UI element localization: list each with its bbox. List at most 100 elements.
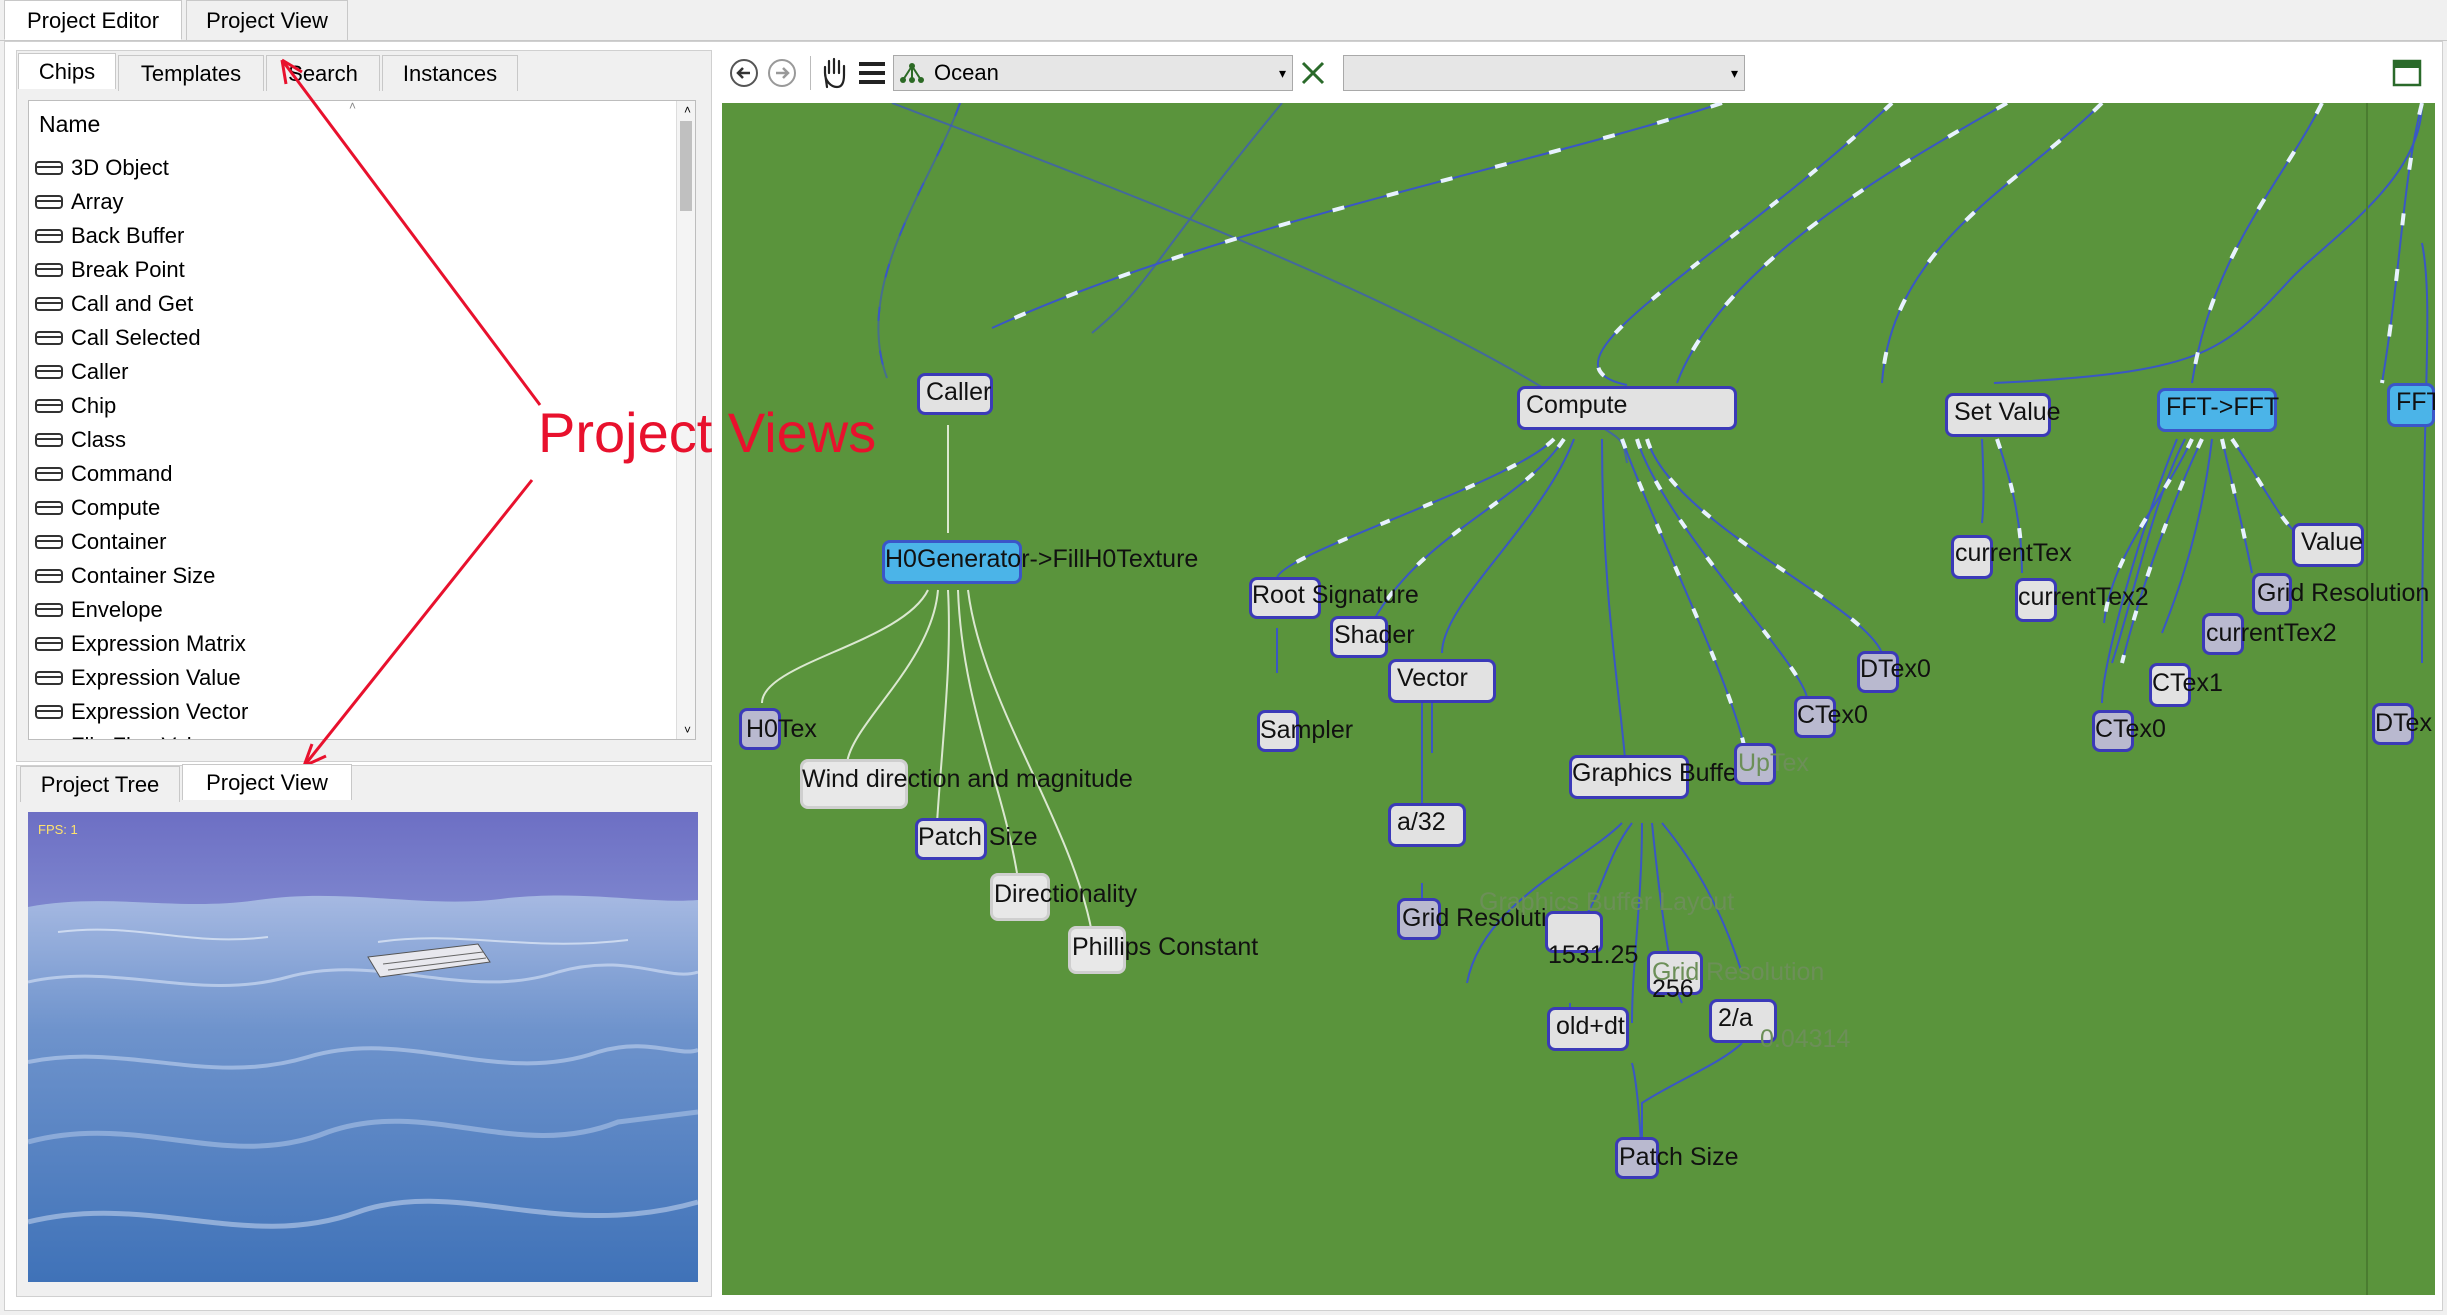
connection-wire (1597, 103, 1893, 386)
node-h0generator-label: H0Generator->FillH0Texture (885, 545, 1199, 573)
node-value[interactable]: Value (2292, 523, 2364, 567)
tab-instances[interactable]: Instances (382, 55, 518, 91)
list-item[interactable]: Expression Matrix (35, 627, 246, 661)
node-vector[interactable]: Vector (1388, 659, 1496, 703)
back-button[interactable] (727, 56, 761, 90)
list-item[interactable]: Expression Value (35, 661, 241, 695)
node-fft-fft[interactable]: FFT->FFT (2157, 388, 2280, 432)
list-item[interactable]: Caller (35, 355, 128, 389)
annotation-label: Project Views (538, 401, 877, 464)
chip-icon (35, 433, 63, 447)
connection-wire (1676, 103, 2008, 384)
window-icon (2392, 59, 2422, 87)
list-item[interactable]: Break Point (35, 253, 185, 287)
list-item[interactable]: Back Buffer (35, 219, 184, 253)
tab-project-tree[interactable]: Project Tree (20, 766, 180, 802)
node-graphics-buffer-label: Graphics Buffer (1572, 759, 1746, 787)
connection-wire (846, 589, 939, 764)
clear-button[interactable] (1296, 56, 1330, 90)
tab-search[interactable]: Search (266, 55, 380, 91)
chip-icon (35, 365, 63, 379)
project-combo[interactable]: Ocean ▾ (893, 55, 1293, 91)
pan-button[interactable] (817, 56, 851, 90)
list-item[interactable]: Envelope (35, 593, 163, 627)
list-item[interactable]: Compute (35, 491, 160, 525)
tab-project-editor[interactable]: Project Editor (4, 0, 182, 40)
list-item[interactable]: Class (35, 423, 126, 457)
node-dtex0-a-label: DTex0 (1860, 655, 1931, 683)
node-patch-size-2-label: Patch Size (1619, 1143, 1739, 1171)
graph-canvas[interactable]: Caller H0Generator->FillH0Texture H0Tex … (722, 103, 2435, 1295)
list-item[interactable]: Container Size (35, 559, 215, 593)
hamburger-icon (859, 62, 885, 84)
list-item-label: Back Buffer (71, 223, 185, 248)
combo-arrow-icon: ▾ (1730, 65, 1738, 81)
back-arrow-icon (730, 59, 758, 87)
node-fft-2[interactable]: FFT (2387, 383, 2435, 427)
window-layout-button[interactable] (2390, 56, 2424, 90)
node-h0tex-label: H0Tex (746, 715, 817, 743)
node-0.04314-label: 0.04314 (1760, 1025, 1851, 1053)
node-a32[interactable]: a/32 (1388, 803, 1466, 847)
connection-wire (1596, 103, 1894, 387)
chip-icon (35, 229, 63, 243)
list-item[interactable]: Container (35, 525, 166, 559)
list-item-label: Envelope (71, 597, 163, 622)
node-phillips-label: Phillips Constant (1072, 933, 1259, 961)
list-item-label: Compute (71, 495, 161, 520)
list-item[interactable]: Expression Vector (35, 695, 248, 729)
node-fft-fft-label: FFT->FFT (2166, 393, 2280, 421)
node-set-value[interactable]: Set Value (1945, 393, 2061, 437)
connection-wire (877, 103, 961, 379)
node-patch-size-1-label: Patch Size (918, 823, 1038, 851)
node-wind-label: Wind direction and magnitude (802, 765, 1133, 793)
chip-icon (35, 399, 63, 413)
scroll-up-icon[interactable]: ˄ (684, 103, 691, 117)
list-item-label: Array (71, 189, 124, 214)
node-caller-label: Caller (926, 378, 992, 406)
tab-project-view-top[interactable]: Project View (186, 0, 348, 40)
node-ctex0-b-label: CTex0 (2095, 715, 2166, 743)
list-item[interactable]: Command (35, 457, 172, 491)
list-header-name[interactable]: Name (39, 111, 100, 138)
node-value-label: Value (2301, 528, 2364, 556)
node-caller[interactable]: Caller (917, 373, 993, 415)
node-currenttex2-a-label: currentTex2 (2018, 583, 2149, 611)
chip-icon (35, 161, 63, 175)
list-item-label: Call Selected (71, 325, 201, 350)
scroll-thumb[interactable] (680, 121, 692, 211)
node-ctex1-label: CTex1 (2152, 669, 2223, 697)
list-item-label: Container Size (71, 563, 216, 588)
forward-arrow-icon (768, 59, 796, 87)
list-item[interactable]: Array (35, 185, 124, 219)
scroll-down-icon[interactable]: ˅ (684, 723, 691, 737)
ocean-preview[interactable]: FPS: 1 (28, 812, 698, 1282)
list-item-label: Command (71, 461, 173, 486)
toolbar-separator (810, 56, 811, 90)
tab-project-view-bottom[interactable]: Project View (182, 764, 352, 800)
close-icon (1301, 61, 1325, 85)
node-2a-label: 2/a (1718, 1004, 1753, 1032)
list-item-label: Expression Value (71, 665, 241, 690)
node-currenttex2-b-label: currentTex2 (2206, 619, 2337, 647)
tab-chips[interactable]: Chips (18, 53, 116, 89)
list-item-label: Call and Get (71, 291, 194, 316)
node-compute[interactable]: Compute (1517, 386, 1737, 430)
menu-button[interactable] (855, 56, 889, 90)
connection-wire (1881, 103, 2103, 384)
sort-indicator-icon: ˄ (349, 100, 357, 113)
list-item-label: Flip Flop Value (71, 729, 216, 739)
list-item[interactable]: Flip Flop Value (35, 729, 216, 739)
secondary-combo[interactable]: ▾ (1343, 55, 1745, 91)
list-item[interactable]: Call Selected (35, 321, 201, 355)
node-vector-label: Vector (1397, 664, 1468, 692)
node-grid-resolution-3-label: Grid Resolution (2257, 579, 2430, 607)
node-old-dt[interactable]: old+dt (1547, 1007, 1629, 1051)
chip-icon (35, 671, 63, 685)
tab-templates[interactable]: Templates (118, 55, 264, 91)
list-item[interactable]: 3D Object (35, 151, 169, 185)
node-fft-2-label: FFT (2396, 388, 2435, 416)
list-item[interactable]: Call and Get (35, 287, 193, 321)
forward-button[interactable] (765, 56, 799, 90)
list-item[interactable]: Chip (35, 389, 116, 423)
